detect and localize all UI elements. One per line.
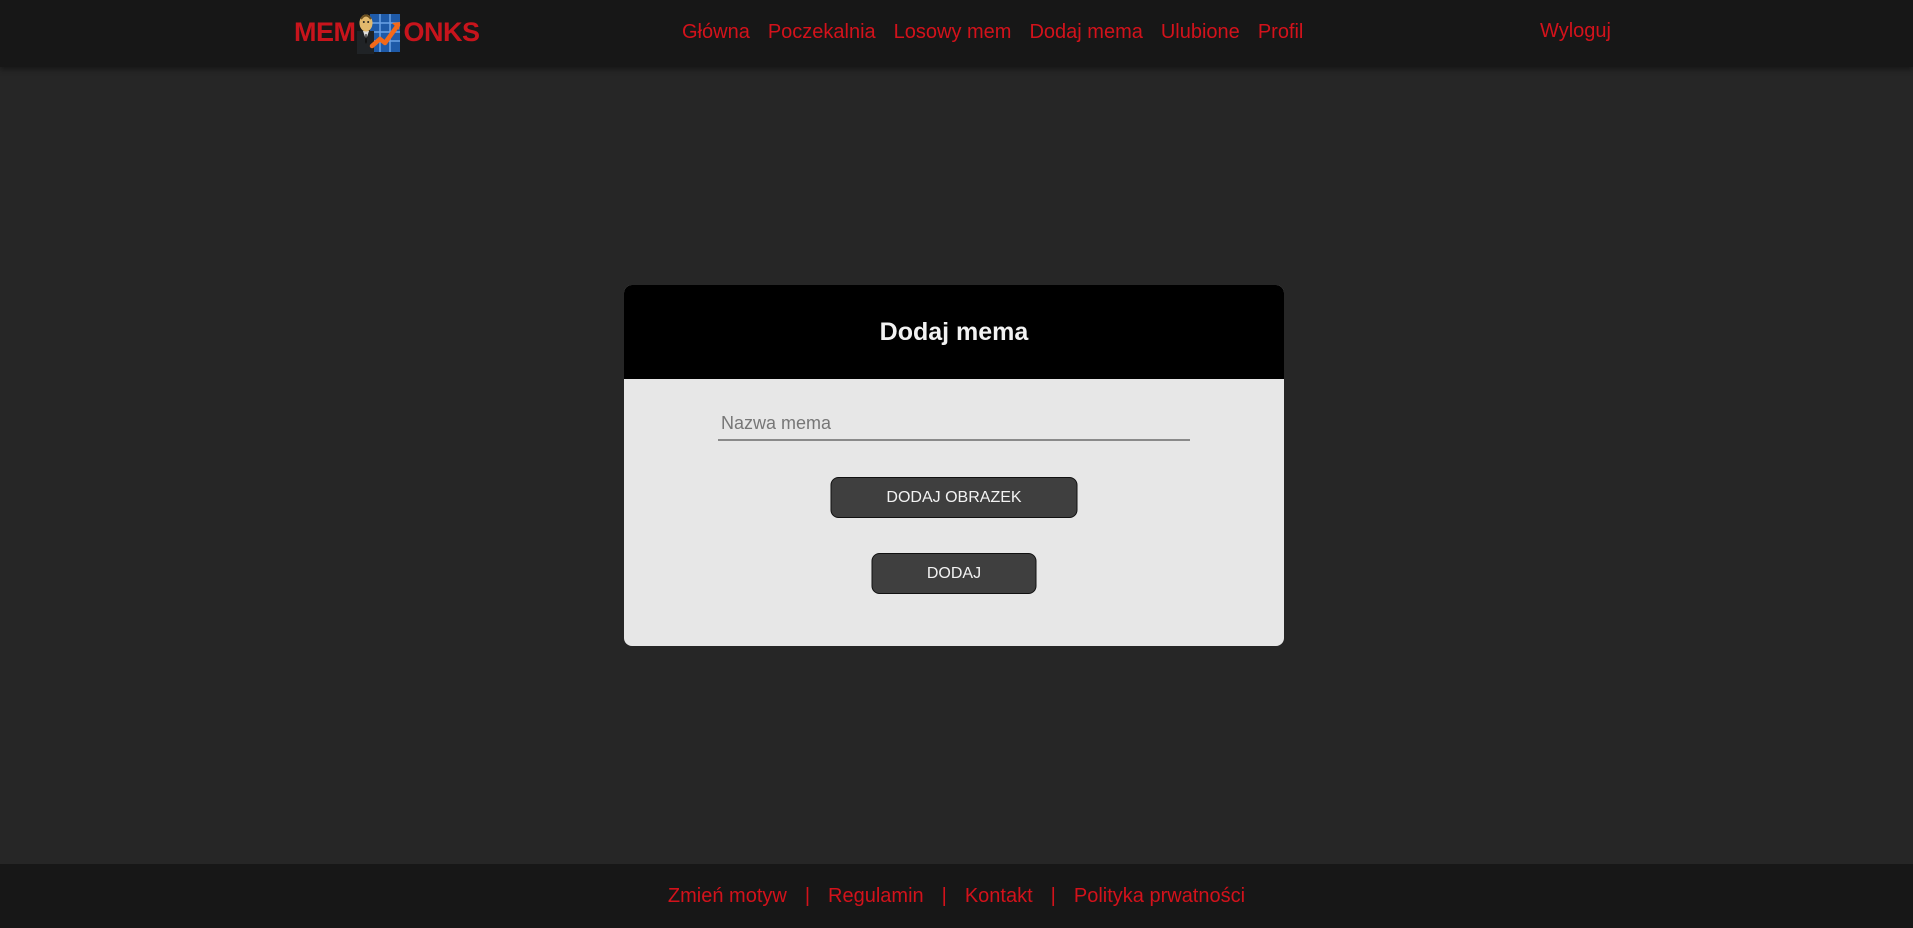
logout-link[interactable]: Wyloguj xyxy=(1540,20,1611,43)
top-navigation-bar: MEM ONKS Główna Poczekalnia Losowy mem D… xyxy=(0,0,1913,67)
footer-link-privacy-policy[interactable]: Polityka prwatności xyxy=(1074,885,1245,908)
nav-link-profile[interactable]: Profil xyxy=(1258,21,1304,44)
nav-link-favorites[interactable]: Ulubione xyxy=(1161,21,1240,44)
logo-text-right: ONKS xyxy=(403,17,481,47)
footer-separator: | xyxy=(804,884,811,907)
nav-link-home[interactable]: Główna xyxy=(682,21,750,44)
add-image-button[interactable]: DODAJ OBRAZEK xyxy=(830,477,1078,518)
footer-separator: | xyxy=(1050,884,1056,907)
card-title: Dodaj mema xyxy=(879,317,1029,346)
add-meme-card: Dodaj mema DODAJ OBRAZEK DODAJ xyxy=(624,285,1284,646)
meme-name-input[interactable] xyxy=(718,407,1190,441)
site-logo[interactable]: MEM ONKS xyxy=(294,10,480,54)
footer-link-contact[interactable]: Kontakt xyxy=(965,885,1033,908)
nav-link-add-meme[interactable]: Dodaj mema xyxy=(1029,21,1142,44)
nav-link-waiting-room[interactable]: Poczekalnia xyxy=(768,21,876,44)
logo-text-left: MEM xyxy=(294,17,356,47)
nav-link-random-meme[interactable]: Losowy mem xyxy=(894,21,1012,44)
card-body: DODAJ OBRAZEK DODAJ xyxy=(624,379,1284,646)
footer: Zmień motyw | Regulamin | Kontakt | Poli… xyxy=(0,864,1913,928)
footer-link-change-theme[interactable]: Zmień motyw xyxy=(668,885,787,908)
main-nav: Główna Poczekalnia Losowy mem Dodaj mema… xyxy=(682,0,1303,65)
card-header: Dodaj mema xyxy=(624,285,1284,379)
submit-button[interactable]: DODAJ xyxy=(871,553,1037,594)
footer-link-terms[interactable]: Regulamin xyxy=(828,885,924,908)
footer-separator: | xyxy=(941,884,947,907)
stonks-man-chart-icon xyxy=(355,10,405,54)
